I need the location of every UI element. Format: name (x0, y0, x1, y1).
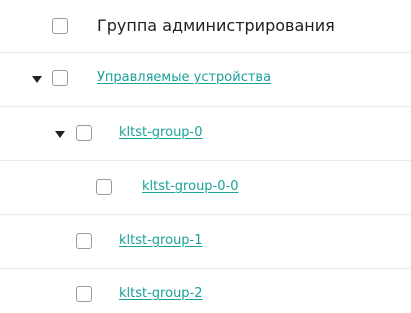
expand-caret-down-icon[interactable] (31, 73, 43, 85)
group-tree-table: Группа администрирования Управляемые уст… (0, 0, 411, 313)
tree-row-kltst-group-0-0: kltst-group-0-0 (0, 161, 411, 215)
tree-row-managed-devices: Управляемые устройства (0, 53, 411, 107)
row-checkbox[interactable] (76, 125, 92, 141)
row-checkbox[interactable] (52, 70, 68, 86)
tree-node-link[interactable]: kltst-group-2 (119, 286, 203, 301)
select-all-checkbox[interactable] (52, 18, 68, 34)
tree-node-link[interactable]: kltst-group-0-0 (142, 179, 238, 194)
row-checkbox[interactable] (76, 286, 92, 302)
table-header-row: Группа администрирования (0, 0, 411, 53)
tree-node-link[interactable]: Управляемые устройства (97, 70, 271, 85)
tree-node-link[interactable]: kltst-group-0 (119, 125, 203, 140)
tree-row-kltst-group-1: kltst-group-1 (0, 215, 411, 269)
column-header-admin-group: Группа администрирования (97, 16, 335, 35)
expand-caret-down-icon[interactable] (54, 128, 66, 140)
row-checkbox[interactable] (76, 233, 92, 249)
tree-row-kltst-group-2: kltst-group-2 (0, 269, 411, 313)
tree-row-kltst-group-0: kltst-group-0 (0, 107, 411, 161)
row-checkbox[interactable] (96, 179, 112, 195)
tree-node-link[interactable]: kltst-group-1 (119, 233, 203, 248)
